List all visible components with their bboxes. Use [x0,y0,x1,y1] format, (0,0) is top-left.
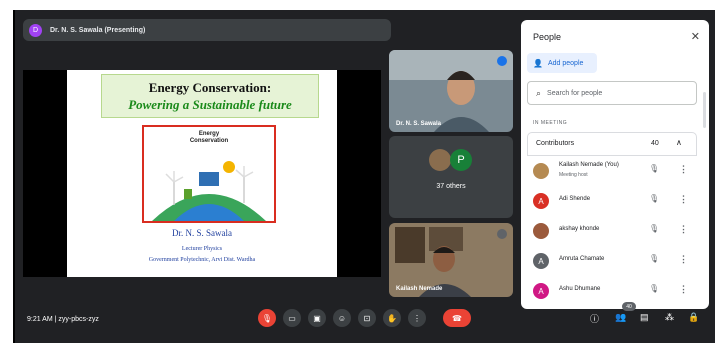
contributors-label: Contributors [536,140,575,147]
self-video-tile[interactable]: Kailash Nemade [389,223,513,297]
chevron-up-icon[interactable]: ∧ [676,138,682,147]
camera-icon: ▭ [288,313,296,323]
mic-muted-icon [497,229,507,239]
participant-row[interactable]: akshay khonde 🎙 ⋮ [533,220,703,244]
mic-off-icon[interactable]: 🎙 [649,194,659,203]
participant-avatar [533,163,549,179]
people-panel-title: People [533,32,562,42]
chat-icon[interactable]: ▤ [640,312,649,323]
slide-title: Energy Conservation: [148,80,272,95]
in-meeting-heading: IN MEETING [533,120,568,126]
participant-row[interactable]: Kailash Nemade (You) Meeting host 🎙 ⋮ [533,160,703,184]
hang-up-icon: ☎ [452,313,462,323]
meeting-time-code: 9:21 AM | zyy-pbcs-zyz [27,316,99,323]
presenter-video-tile[interactable]: Dr. N. S. Sawala [389,50,513,132]
participant-name: Kailash Nemade (You) [559,162,619,168]
leave-call-button[interactable]: ☎ [443,309,471,327]
participant-name: akshay khonde [559,226,600,232]
people-icon[interactable]: 👥 [615,312,626,323]
participant-avatar: A [533,283,549,299]
emoji-icon: ☺ [337,313,347,323]
participant-name: Ashu Dhumane [559,286,601,292]
slide-title-box: Energy Conservation: Powering a Sustaina… [101,74,319,118]
slide-institute: Government Polytechnic, Arvi Dist. Wardh… [148,257,256,263]
participant-count-badge: 40 [622,302,636,311]
others-count-label: 37 others [436,183,466,190]
slide-designation: Lecturer Physics [181,246,223,252]
mic-off-icon: 🎙 [261,313,273,323]
more-options-icon[interactable]: ⋮ [679,224,688,235]
hand-icon: ✋ [387,313,397,323]
more-options-icon[interactable]: ⋮ [679,254,688,265]
panel-scrollbar[interactable] [703,92,706,128]
mic-off-icon[interactable]: 🎙 [649,224,659,233]
participant-role: Meeting host [559,172,588,178]
add-people-label: Add people [547,59,584,67]
mic-off-icon[interactable]: 🎙 [649,284,659,293]
raise-hand-button[interactable]: ✋ [383,309,401,327]
participant-avatar-initial: P [450,149,472,171]
shared-screen: Energy Conservation: Powering a Sustaina… [23,70,381,277]
presenter-avatar: D [29,23,42,37]
presenting-label: Dr. N. S. Sawala (Presenting) [50,26,146,34]
more-options-icon: ⋮ [413,313,421,323]
reactions-button[interactable]: ☺ [333,309,351,327]
meet-window: D Dr. N. S. Sawala (Presenting) Energy C… [15,10,715,343]
presenter-tile-name: Dr. N. S. Sawala [396,121,442,127]
participant-name: Amruta Chamate [559,256,605,262]
contributors-group[interactable]: Contributors 40 ∧ [527,132,697,156]
participant-avatar: A [533,253,549,269]
meeting-info-icon[interactable]: ⓘ [590,312,599,325]
people-panel: People ✕ 👤 Add people ⌕ Search for peopl… [521,20,709,309]
participant-avatar [429,149,451,171]
more-options-button[interactable]: ⋮ [408,309,426,327]
present-icon: ⊡ [363,313,371,323]
mic-off-icon[interactable]: 🎙 [649,254,659,263]
participant-row[interactable]: A Amruta Chamate 🎙 ⋮ [533,250,703,274]
self-tile-name: Kailash Nemade [396,286,443,292]
captions-icon: ▣ [313,313,321,323]
more-options-icon[interactable]: ⋮ [679,194,688,205]
others-tile[interactable]: P 37 others [389,136,513,218]
more-options-icon[interactable]: ⋮ [679,284,688,295]
slide-subtitle: Powering a Sustainable future [128,97,292,112]
activities-icon[interactable]: ⁂ [665,312,674,323]
participant-row[interactable]: A Adi Shende 🎙 ⋮ [533,190,703,214]
mic-off-icon[interactable]: 🎙 [649,164,659,173]
participant-row[interactable]: A Ashu Dhumane 🎙 ⋮ [533,280,703,304]
mic-toggle-button[interactable]: 🎙 [258,309,276,327]
contributors-count: 40 [651,140,659,147]
participant-avatar [533,223,549,239]
presentation-slide: Energy Conservation: Powering a Sustaina… [67,70,337,277]
presenter-video [389,50,513,132]
host-controls-icon[interactable]: 🔒 [688,312,699,323]
presenting-bar[interactable]: D Dr. N. S. Sawala (Presenting) [23,19,391,41]
participant-avatar: A [533,193,549,209]
search-placeholder: Search for people [547,89,603,97]
participant-name: Adi Shende [559,196,591,202]
add-person-icon: 👤 [533,58,543,68]
speaking-indicator-icon [497,56,507,66]
captions-button[interactable]: ▣ [308,309,326,327]
slide-author: Dr. N. S. Sawala [172,228,232,238]
illustration-title: Energy Conservation [189,131,229,144]
people-search-input[interactable]: ⌕ Search for people [527,81,697,105]
add-people-button[interactable]: 👤 Add people [527,53,597,73]
camera-toggle-button[interactable]: ▭ [283,309,301,327]
present-screen-button[interactable]: ⊡ [358,309,376,327]
more-options-icon[interactable]: ⋮ [679,164,688,175]
search-icon: ⌕ [536,87,542,98]
energy-conservation-illustration: Energy Conservation [142,125,276,223]
close-icon[interactable]: ✕ [691,30,700,43]
